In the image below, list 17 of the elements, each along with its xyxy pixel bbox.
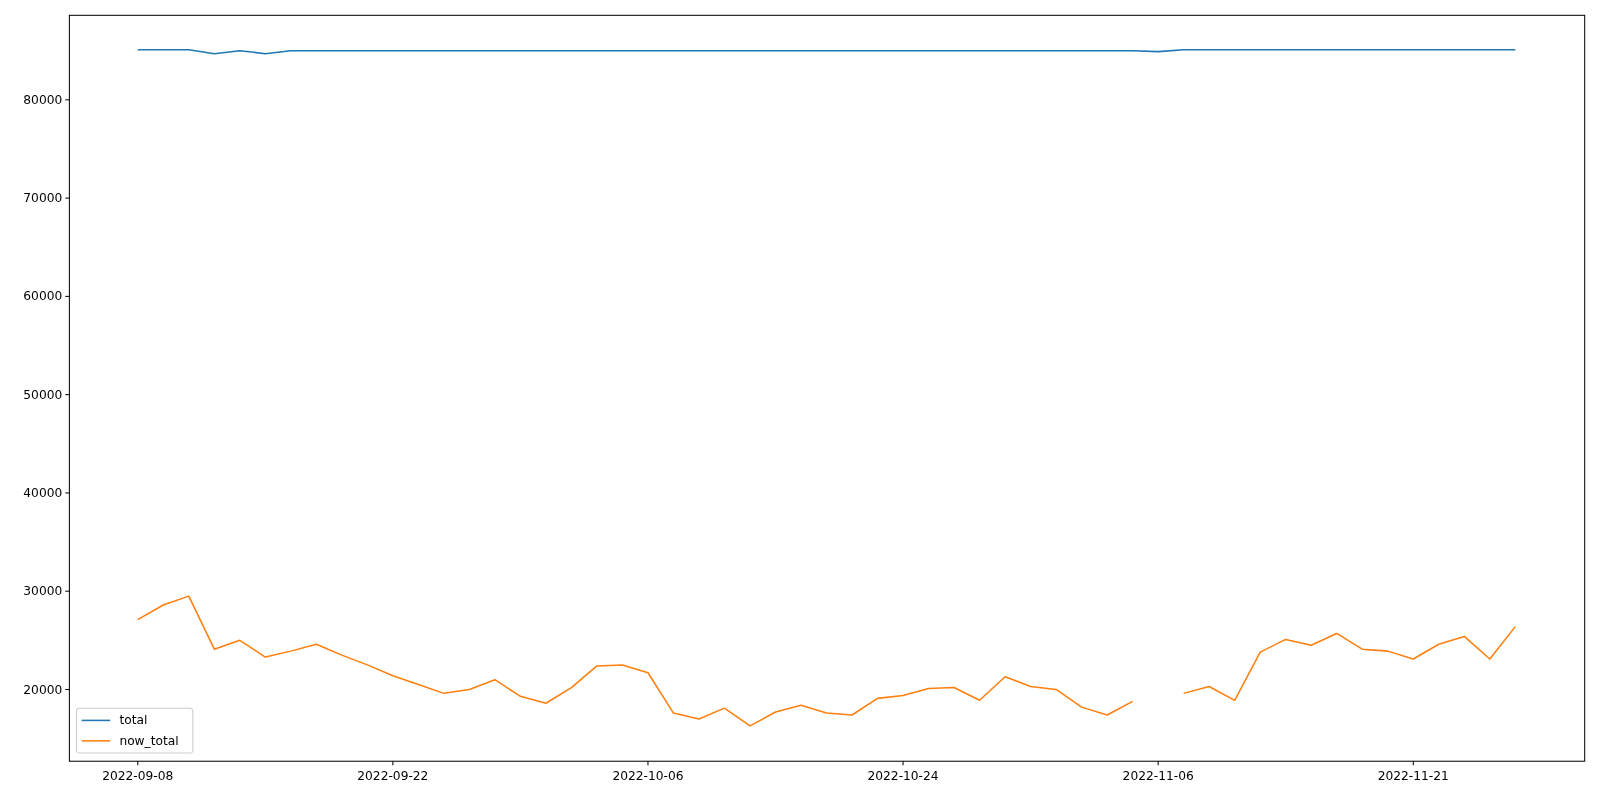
x-tick-label: 2022-11-21 xyxy=(1377,768,1449,783)
legend-label: now_total xyxy=(119,733,179,748)
y-tick-label: 40000 xyxy=(23,486,63,500)
y-tick-label: 80000 xyxy=(23,92,63,107)
x-tick-label: 2022-10-24 xyxy=(867,768,939,783)
x-tick-label: 2022-10-06 xyxy=(612,768,684,783)
legend-label: total xyxy=(119,713,148,728)
x-tick-label: 2022-09-22 xyxy=(357,768,429,783)
legend-line-icon xyxy=(80,719,111,722)
y-tick-label: 70000 xyxy=(23,191,63,206)
x-tick-label: 2022-09-08 xyxy=(102,768,174,783)
y-tick-label: 30000 xyxy=(23,584,63,599)
y-tick-label: 20000 xyxy=(23,682,63,697)
y-tick-label: 50000 xyxy=(23,387,63,402)
x-tick-label: 2022-11-06 xyxy=(1122,768,1194,783)
legend-line-icon xyxy=(80,740,111,742)
y-tick-label: 60000 xyxy=(23,289,63,304)
